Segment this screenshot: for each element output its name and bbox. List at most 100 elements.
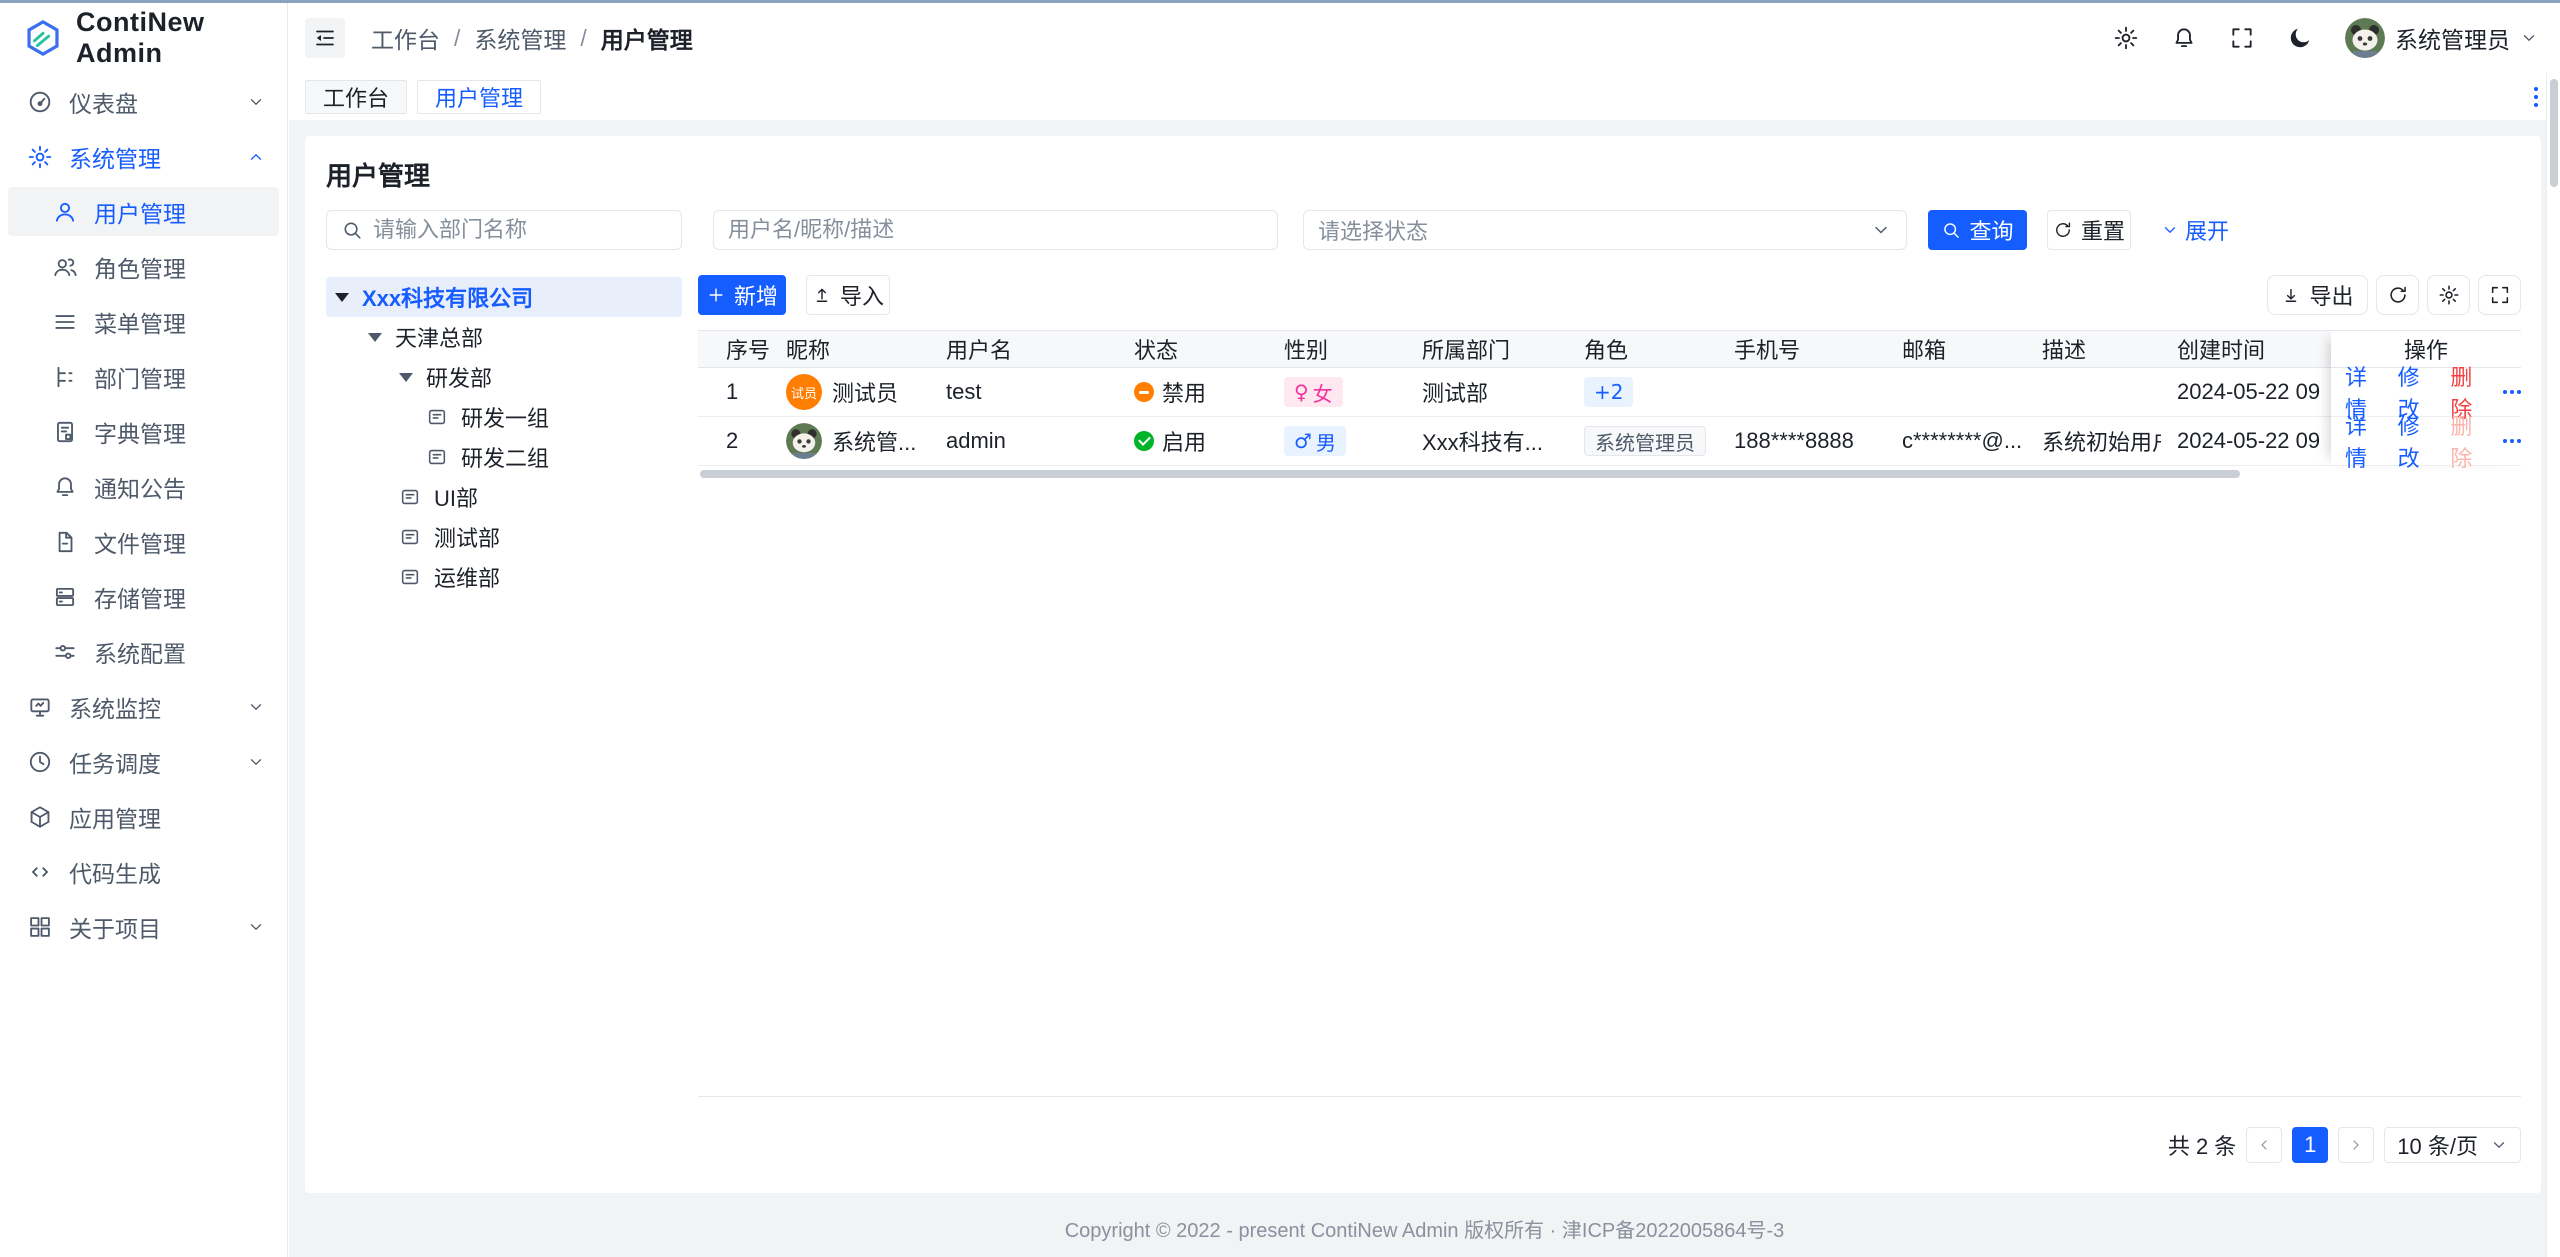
- tree-node-ui-dept[interactable]: UI部: [326, 477, 682, 517]
- sidebar-item-code-generation[interactable]: 代码生成: [8, 847, 279, 896]
- tree-node-ops-dept[interactable]: 运维部: [326, 557, 682, 597]
- sidebar-item-label: 存储管理: [94, 585, 186, 612]
- tree-node-rd-group2[interactable]: 研发二组: [326, 437, 682, 477]
- breadcrumb-workbench[interactable]: 工作台: [371, 21, 440, 55]
- action-column: 操作 详情 修改 删除 详情 修改 删除: [2331, 331, 2521, 471]
- breadcrumb: 工作台 / 系统管理 / 用户管理: [371, 21, 693, 55]
- sidebar-item-about-project[interactable]: 关于项目: [8, 902, 279, 951]
- reset-button[interactable]: 重置: [2047, 210, 2131, 250]
- tree-node-label: 运维部: [434, 566, 501, 591]
- table-row[interactable]: 1 试员 测试员 test 禁用 ♀ 女 测试部 +2 2024-05-22 0…: [698, 368, 2521, 417]
- edit-link[interactable]: 修改: [2398, 409, 2438, 473]
- cell-status: 启用: [1162, 430, 1207, 455]
- table-row[interactable]: 2 系统管... admin 启用 ♂ 男 Xxx科技有... 系统管理员 18…: [698, 417, 2521, 466]
- add-button[interactable]: 新增: [698, 275, 786, 315]
- user-search-input[interactable]: [713, 210, 1278, 250]
- female-symbol: ♀: [1294, 380, 1309, 404]
- tree-node-tianjin-hq[interactable]: 天津总部: [326, 317, 682, 357]
- fullscreen-icon[interactable]: [2229, 25, 2255, 51]
- tree-node-rd-dept[interactable]: 研发部: [326, 357, 682, 397]
- gear-icon: [27, 144, 53, 170]
- sidebar-item-label: 部门管理: [94, 365, 186, 392]
- refresh-table-button[interactable]: [2376, 275, 2419, 315]
- storage-icon: [52, 584, 78, 610]
- dept-search-input[interactable]: [326, 210, 682, 250]
- column-settings-button[interactable]: [2427, 275, 2470, 315]
- user-menu[interactable]: 系统管理员: [2345, 18, 2538, 58]
- chevron-right-icon: [2348, 1137, 2364, 1153]
- caret-down-icon[interactable]: [368, 332, 382, 342]
- tree-node-company[interactable]: Xxx科技有限公司: [326, 277, 682, 317]
- page-number-button[interactable]: 1: [2292, 1127, 2329, 1163]
- sidebar-item-role-management[interactable]: 角色管理: [8, 242, 279, 291]
- sidebar-item-user-management[interactable]: 用户管理: [8, 187, 279, 236]
- sidebar-item-notice[interactable]: 通知公告: [8, 462, 279, 511]
- col-header-index: 序号: [726, 338, 770, 363]
- sidebar-item-app-management[interactable]: 应用管理: [8, 792, 279, 841]
- cube-icon: [27, 804, 53, 830]
- tree-node-test-dept[interactable]: 测试部: [326, 517, 682, 557]
- sidebar-item-label: 任务调度: [69, 750, 161, 777]
- role-count-tag[interactable]: +2: [1584, 377, 1634, 407]
- tab-user-management[interactable]: 用户管理: [417, 79, 542, 114]
- col-header-role: 角色: [1584, 338, 1629, 363]
- tree-node-rd-group1[interactable]: 研发一组: [326, 397, 682, 437]
- user-search-field[interactable]: [728, 217, 1263, 243]
- sidebar-item-department-management[interactable]: 部门管理: [8, 352, 279, 401]
- sidebar-item-dictionary-management[interactable]: 字典管理: [8, 407, 279, 456]
- notification-bell-icon[interactable]: [2171, 25, 2197, 51]
- more-actions-icon[interactable]: [2503, 390, 2521, 394]
- chevron-down-icon: [247, 698, 265, 716]
- sidebar-collapse-button[interactable]: [305, 18, 345, 58]
- settings-gear-icon[interactable]: [2113, 25, 2139, 51]
- chevron-down-icon: [2161, 221, 2179, 239]
- import-button[interactable]: 导入: [806, 275, 890, 315]
- sidebar-item-label: 系统管理: [69, 145, 161, 172]
- sidebar-item-dashboard[interactable]: 仪表盘: [8, 77, 279, 126]
- sidebar-item-system-management[interactable]: 系统管理: [8, 132, 279, 181]
- breadcrumb-separator: /: [580, 24, 587, 51]
- cell-description: 系统初始用户: [2042, 430, 2161, 455]
- caret-down-icon[interactable]: [335, 292, 349, 302]
- search-icon: [341, 219, 363, 241]
- tabs-more-icon[interactable]: [2534, 86, 2538, 107]
- sidebar-item-task-schedule[interactable]: 任务调度: [8, 737, 279, 786]
- breadcrumb-system-management[interactable]: 系统管理: [474, 21, 566, 55]
- sidebar-item-file-management[interactable]: 文件管理: [8, 517, 279, 566]
- table-toolbar: 新增 导入 导出: [698, 275, 2521, 315]
- expand-filters-link[interactable]: 展开: [2161, 214, 2229, 246]
- detail-link[interactable]: 详情: [2345, 409, 2385, 473]
- gender-label: 男: [1315, 430, 1336, 455]
- export-button[interactable]: 导出: [2267, 275, 2368, 315]
- next-page-button[interactable]: [2338, 1127, 2375, 1163]
- main-content: 用户管理 请选择状态 查询 重置: [289, 120, 2560, 1257]
- chevron-down-icon: [247, 918, 265, 936]
- window-scrollbar[interactable]: [2546, 73, 2560, 1257]
- page-size-select[interactable]: 10 条/页: [2384, 1127, 2521, 1163]
- tab-workbench[interactable]: 工作台: [305, 79, 408, 114]
- caret-down-icon[interactable]: [399, 372, 413, 382]
- dept-search-field[interactable]: [373, 217, 667, 243]
- sidebar-menu: 仪表盘 系统管理 用户管理 角色管理 菜单管理 部门管理 字典管理 通知公告 文…: [0, 73, 287, 951]
- app-logo[interactable]: ContiNew Admin: [0, 3, 287, 73]
- sidebar-item-label: 用户管理: [94, 200, 186, 227]
- fullscreen-icon: [2489, 284, 2511, 306]
- menu-fold-icon: [313, 26, 337, 50]
- sidebar-item-system-config[interactable]: 系统配置: [8, 627, 279, 676]
- dark-mode-moon-icon[interactable]: [2287, 25, 2313, 51]
- table-area: 新增 导入 导出 序号 昵称 用户名 状态 性别 所属部门 角色 手机号 邮箱 …: [698, 275, 2521, 1097]
- status-select[interactable]: 请选择状态: [1303, 210, 1907, 250]
- horizontal-scrollbar[interactable]: [700, 470, 2240, 478]
- table-fullscreen-button[interactable]: [2478, 275, 2521, 315]
- sidebar-item-system-monitor[interactable]: 系统监控: [8, 682, 279, 731]
- scrollbar-thumb[interactable]: [2550, 79, 2558, 187]
- breadcrumb-separator: /: [454, 24, 461, 51]
- tree-list-icon: [52, 364, 78, 390]
- prev-page-button[interactable]: [2246, 1127, 2283, 1163]
- plus-icon: [706, 285, 726, 305]
- search-icon: [1941, 220, 1961, 240]
- sidebar-item-storage-management[interactable]: 存储管理: [8, 572, 279, 621]
- search-button[interactable]: 查询: [1928, 210, 2027, 250]
- sidebar-item-menu-management[interactable]: 菜单管理: [8, 297, 279, 346]
- more-actions-icon[interactable]: [2503, 439, 2521, 443]
